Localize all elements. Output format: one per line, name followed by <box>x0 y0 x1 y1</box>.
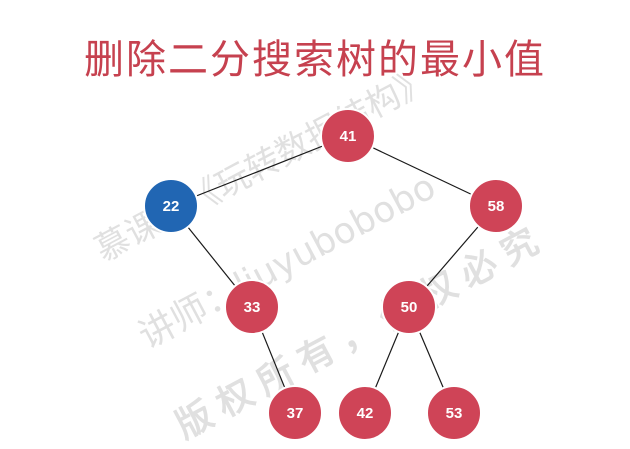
tree-nodes: 41 22 58 33 50 37 42 53 <box>143 108 524 441</box>
tree-node-label: 50 <box>401 299 418 316</box>
tree-node-label: 22 <box>163 198 180 215</box>
tree-node-22: 22 <box>143 178 199 234</box>
tree-node-label: 37 <box>287 405 304 422</box>
tree-node-label: 42 <box>357 405 374 422</box>
tree-node-label: 33 <box>244 299 261 316</box>
tree-edge-41-22 <box>170 135 349 207</box>
tree-node-58: 58 <box>468 178 524 234</box>
tree-node-41: 41 <box>320 108 376 164</box>
tree-node-label: 58 <box>488 198 505 215</box>
tree-node-53: 53 <box>426 385 482 441</box>
tree-node-42: 42 <box>337 385 393 441</box>
tree-node-label: 53 <box>446 405 463 422</box>
tree-edges <box>170 135 497 414</box>
tree-node-label: 41 <box>340 128 357 145</box>
slide: 慕课网《玩转数据结构》 讲师：liuyubobobo 版权所有，侵权必究 删除二… <box>0 0 630 447</box>
binary-search-tree: 41 22 58 33 50 37 42 53 <box>143 108 524 441</box>
tree-node-50: 50 <box>381 279 437 335</box>
tree-node-33: 33 <box>224 279 280 335</box>
tree-node-37: 37 <box>267 385 323 441</box>
